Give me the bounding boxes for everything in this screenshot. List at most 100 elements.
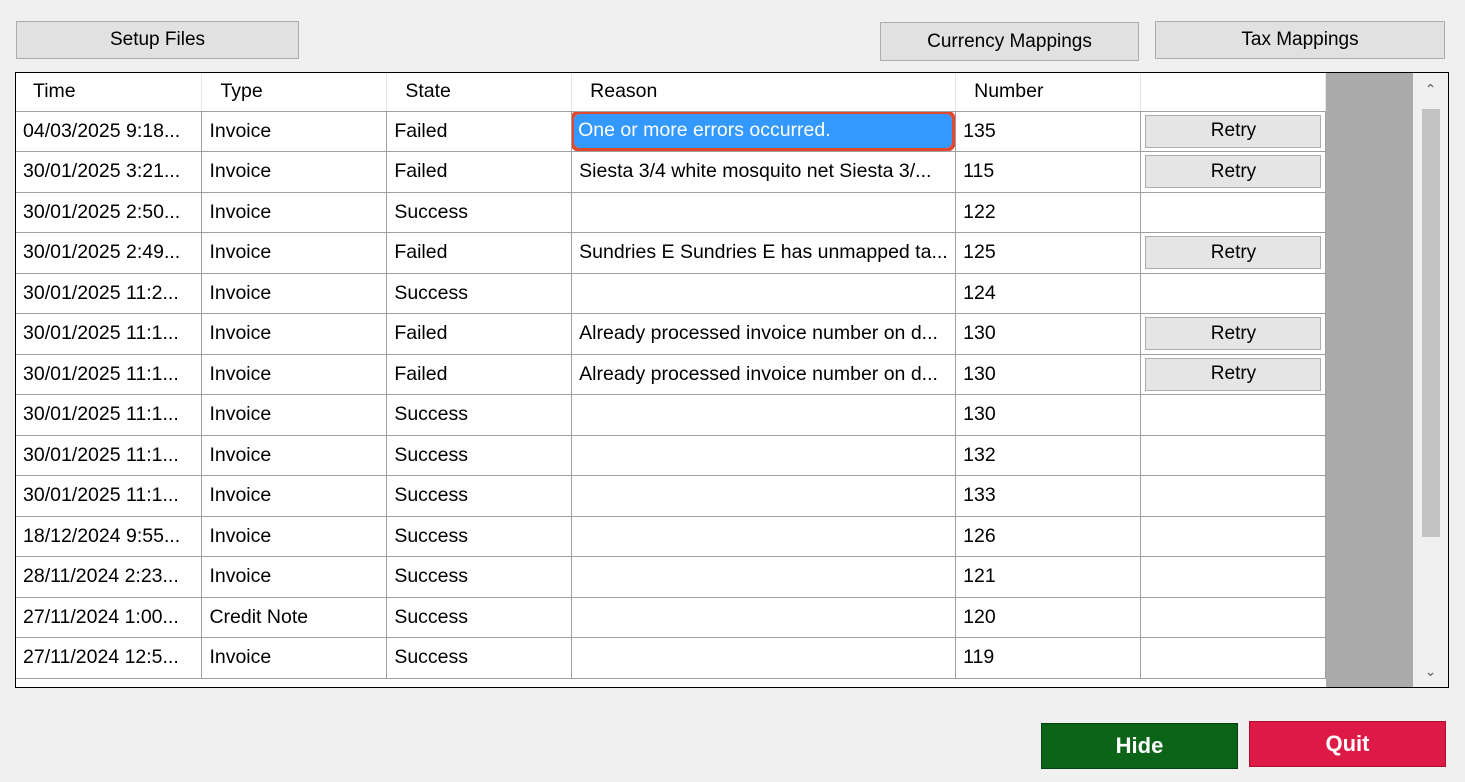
cell-action[interactable] [1140, 273, 1326, 314]
cell-state[interactable]: Failed [386, 232, 573, 274]
cell-reason[interactable] [571, 192, 957, 233]
cell-type[interactable]: Invoice [201, 232, 388, 274]
cell-time[interactable]: 30/01/2025 11:2... [16, 273, 203, 314]
cell-number[interactable]: 130 [955, 394, 1141, 436]
cell-time[interactable]: 27/11/2024 12:5... [16, 637, 203, 679]
cell-state[interactable]: Success [386, 597, 573, 638]
cell-time[interactable]: 30/01/2025 11:1... [16, 394, 203, 436]
cell-reason[interactable]: Already processed invoice number on d... [571, 313, 957, 355]
cell-number[interactable]: 130 [955, 313, 1141, 355]
cell-type[interactable]: Invoice [201, 637, 388, 679]
cell-type[interactable]: Invoice [201, 354, 388, 395]
cell-state[interactable]: Success [386, 273, 573, 314]
cell-number[interactable]: 130 [955, 354, 1141, 395]
cell-type[interactable]: Invoice [201, 435, 388, 476]
table-row[interactable]: 30/01/2025 11:1... Invoice Success 130 [16, 394, 1326, 436]
cell-time[interactable]: 30/01/2025 11:1... [16, 313, 203, 355]
cell-reason-selected[interactable]: One or more errors occurred. [571, 111, 957, 152]
cell-number[interactable]: 124 [955, 273, 1141, 314]
column-header-action[interactable] [1140, 73, 1326, 112]
retry-button[interactable]: Retry [1145, 317, 1322, 351]
cell-reason[interactable] [571, 394, 957, 436]
cell-state[interactable]: Success [386, 394, 573, 436]
selected-cell-highlight[interactable]: One or more errors occurred. [571, 111, 955, 151]
retry-button[interactable]: Retry [1145, 114, 1322, 148]
column-header-reason[interactable]: Reason [571, 73, 957, 112]
cell-action[interactable] [1140, 435, 1326, 476]
cell-time[interactable]: 18/12/2024 9:55... [16, 516, 203, 557]
cell-type[interactable]: Credit Note [201, 597, 388, 638]
tax-mappings-button[interactable]: Tax Mappings [1155, 21, 1445, 59]
table-row[interactable]: 30/01/2025 2:50... Invoice Success 122 [16, 192, 1326, 233]
column-header-number[interactable]: Number [955, 73, 1141, 112]
cell-time[interactable]: 30/01/2025 2:49... [16, 232, 203, 274]
cell-number[interactable]: 119 [955, 637, 1141, 679]
cell-time[interactable]: 30/01/2025 2:50... [16, 192, 203, 233]
cell-action[interactable]: Retry [1140, 111, 1326, 152]
cell-time[interactable]: 28/11/2024 2:23... [16, 556, 203, 598]
cell-time[interactable]: 30/01/2025 11:1... [16, 475, 203, 517]
cell-type[interactable]: Invoice [201, 192, 388, 233]
cell-reason[interactable] [571, 556, 957, 598]
retry-button[interactable]: Retry [1145, 155, 1322, 189]
quit-button[interactable]: Quit [1249, 721, 1446, 767]
cell-action[interactable]: Retry [1140, 354, 1326, 395]
cell-state[interactable]: Success [386, 435, 573, 476]
currency-mappings-button[interactable]: Currency Mappings [880, 22, 1139, 61]
cell-action[interactable] [1140, 192, 1326, 233]
cell-state[interactable]: Failed [386, 354, 573, 395]
cell-type[interactable]: Invoice [201, 111, 388, 152]
cell-state[interactable]: Success [386, 556, 573, 598]
cell-action[interactable] [1140, 556, 1326, 598]
scrollbar-thumb[interactable] [1422, 109, 1440, 537]
cell-state[interactable]: Success [386, 192, 573, 233]
cell-type[interactable]: Invoice [201, 475, 388, 517]
table-row[interactable]: 30/01/2025 11:1... Invoice Success 133 [16, 475, 1326, 517]
cell-reason[interactable] [571, 273, 957, 314]
chevron-down-icon[interactable]: ⌄ [1413, 655, 1448, 687]
cell-time[interactable]: 30/01/2025 11:1... [16, 435, 203, 476]
table-row[interactable]: 30/01/2025 11:1... Invoice Success 132 [16, 435, 1326, 476]
table-row[interactable]: 30/01/2025 3:21... Invoice Failed Siesta 3/… [16, 151, 1326, 193]
cell-type[interactable]: Invoice [201, 151, 388, 193]
cell-number[interactable]: 133 [955, 475, 1141, 517]
cell-state[interactable]: Success [386, 516, 573, 557]
cell-type[interactable]: Invoice [201, 273, 388, 314]
cell-action[interactable] [1140, 394, 1326, 436]
column-header-time[interactable]: Time [16, 73, 203, 112]
cell-reason[interactable]: Already processed invoice number on d... [571, 354, 957, 395]
cell-reason[interactable] [571, 435, 957, 476]
cell-reason[interactable]: Sundries E Sundries E has unmapped ta... [571, 232, 957, 274]
table-row[interactable]: 30/01/2025 11:2... Invoice Success 124 [16, 273, 1326, 314]
cell-action[interactable] [1140, 516, 1326, 557]
table-row[interactable]: 04/03/2025 9:18... Invoice Failed One or mo… [16, 111, 1326, 152]
chevron-up-icon[interactable]: ⌃ [1413, 73, 1448, 105]
cell-time[interactable]: 27/11/2024 1:00... [16, 597, 203, 638]
cell-number[interactable]: 126 [955, 516, 1141, 557]
cell-action[interactable] [1140, 475, 1326, 517]
cell-reason[interactable] [571, 516, 957, 557]
column-header-state[interactable]: State [386, 73, 573, 112]
cell-reason[interactable] [571, 637, 957, 679]
cell-type[interactable]: Invoice [201, 313, 388, 355]
retry-button[interactable]: Retry [1145, 357, 1322, 391]
cell-action[interactable]: Retry [1140, 313, 1326, 355]
cell-number[interactable]: 122 [955, 192, 1141, 233]
cell-action[interactable]: Retry [1140, 232, 1326, 274]
cell-number[interactable]: 125 [955, 232, 1141, 274]
cell-time[interactable]: 30/01/2025 3:21... [16, 151, 203, 193]
cell-action[interactable]: Retry [1140, 151, 1326, 193]
table-row[interactable]: 30/01/2025 11:1... Invoice Failed Already p… [16, 313, 1326, 355]
cell-type[interactable]: Invoice [201, 516, 388, 557]
table-row[interactable]: 30/01/2025 11:1... Invoice Failed Already p… [16, 354, 1326, 395]
vertical-scrollbar[interactable]: ⌃ ⌄ [1413, 73, 1448, 687]
table-row[interactable]: 28/11/2024 2:23... Invoice Success 121 [16, 556, 1326, 598]
cell-reason[interactable] [571, 475, 957, 517]
table-row[interactable]: 27/11/2024 12:5... Invoice Success 119 [16, 637, 1326, 679]
hide-button[interactable]: Hide [1041, 723, 1238, 769]
cell-state[interactable]: Success [386, 637, 573, 679]
table-row[interactable]: 30/01/2025 2:49... Invoice Failed Sundries … [16, 232, 1326, 274]
cell-number[interactable]: 132 [955, 435, 1141, 476]
retry-button[interactable]: Retry [1145, 236, 1322, 270]
cell-type[interactable]: Invoice [201, 394, 388, 436]
